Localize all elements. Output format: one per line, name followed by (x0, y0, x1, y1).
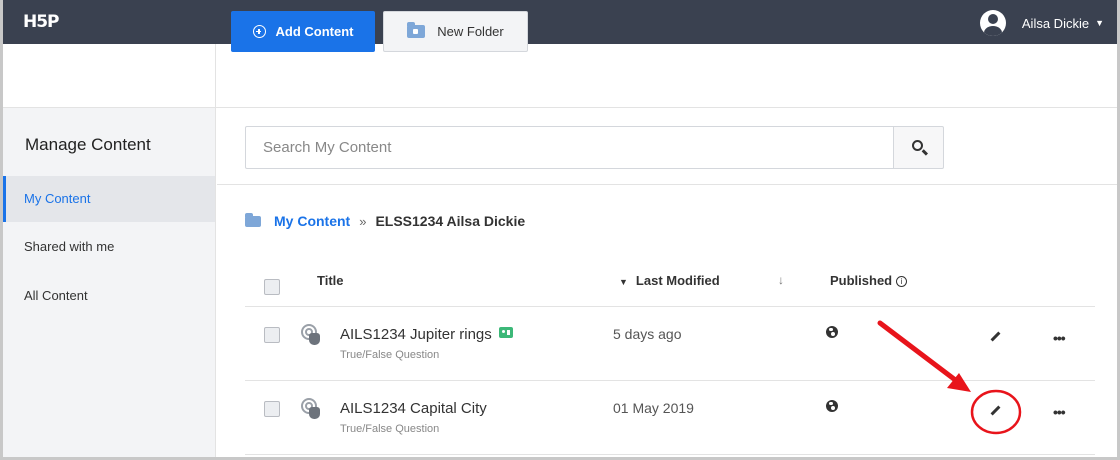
app-frame: H5P Ailsa Dickie ▼ Add Content New Folde… (0, 0, 1120, 460)
annotation-arrow-shaft (877, 320, 961, 385)
annotation-overlay (877, 320, 1022, 435)
annotation-circle (970, 389, 1022, 435)
